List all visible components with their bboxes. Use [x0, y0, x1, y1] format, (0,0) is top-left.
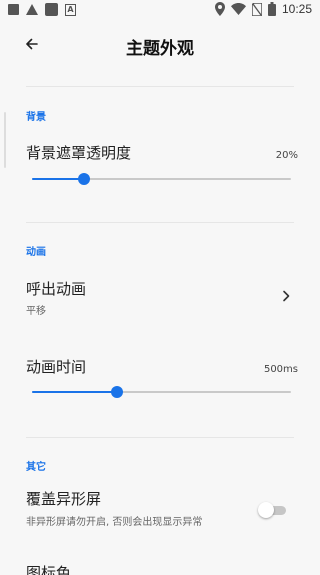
no-sim-icon — [251, 2, 262, 16]
cover-notch-description: 非异形屏请勿开启, 否则会出现显示异常 — [26, 517, 203, 528]
opacity-value: 20% — [275, 150, 298, 161]
cover-notch-toggle[interactable] — [258, 500, 288, 520]
toggle-thumb — [258, 502, 274, 518]
opacity-slider[interactable] — [32, 171, 291, 187]
duration-setting-title: 动画时间 — [26, 358, 87, 376]
cover-notch-title: 覆盖异形屏 — [26, 490, 102, 508]
duration-slider[interactable] — [32, 384, 291, 400]
a-notification-icon: A — [65, 3, 76, 16]
divider — [26, 437, 294, 438]
slider-thumb[interactable] — [77, 173, 90, 185]
wifi-icon — [230, 3, 246, 15]
location-icon — [214, 2, 225, 16]
divider — [26, 86, 294, 87]
divider — [26, 222, 294, 223]
slider-thumb[interactable] — [111, 386, 124, 398]
section-header-animation: 动画 — [26, 247, 46, 258]
square-notification-icon — [8, 4, 19, 15]
page-title: 主题外观 — [126, 39, 194, 59]
opacity-setting-title: 背景遮罩透明度 — [26, 144, 132, 162]
icon-color-title[interactable]: 图标色 — [26, 562, 71, 575]
slider-fill — [32, 391, 118, 393]
battery-icon — [267, 2, 276, 16]
app-bar: 主题外观 — [0, 20, 320, 68]
status-left-icons: A — [8, 3, 76, 16]
breathe-animation-title: 呼出动画 — [26, 280, 87, 298]
status-time: 10:25 — [281, 2, 312, 16]
status-bar: A 10:25 — [0, 0, 320, 20]
slider-fill — [32, 178, 84, 180]
breathe-animation-row[interactable]: 呼出动画 平移 — [0, 268, 320, 324]
section-header-other: 其它 — [26, 462, 46, 473]
cover-notch-row[interactable]: 覆盖异形屏 非异形屏请勿开启, 否则会出现显示异常 — [0, 482, 320, 532]
duration-value: 500ms — [263, 364, 298, 375]
section-header-background: 背景 — [26, 112, 46, 123]
breathe-animation-value: 平移 — [26, 306, 46, 317]
status-right-icons: 10:25 — [214, 2, 312, 16]
app-notification-icon — [45, 3, 58, 16]
scroll-indicator — [4, 112, 6, 168]
warning-icon — [26, 4, 38, 15]
chevron-right-icon — [283, 290, 290, 302]
